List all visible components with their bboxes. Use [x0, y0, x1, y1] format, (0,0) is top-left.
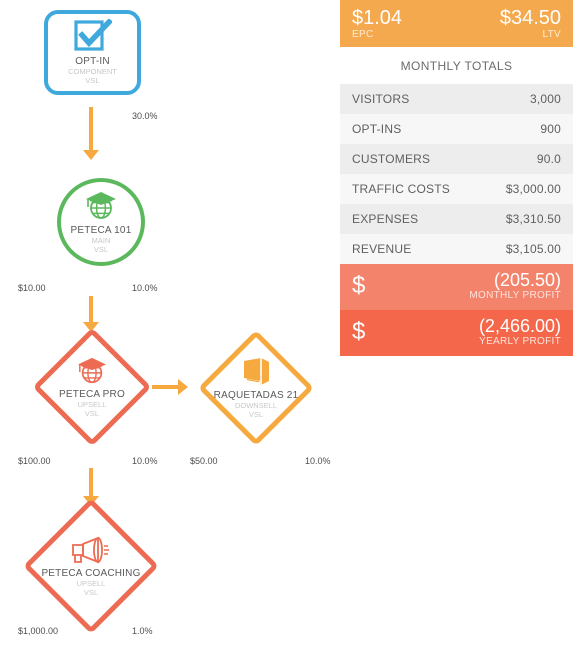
connector-price-pro-to-coaching: $100.00 — [18, 456, 51, 466]
stat-value: $3,105.00 — [505, 242, 561, 256]
connector-rate-optin-to-peteca101: 30.0% — [132, 111, 158, 121]
connector-rate-pro-to-raquetadas: 10.0% — [305, 456, 331, 466]
currency-sign-icon: $ — [352, 318, 366, 345]
yearly-profit-value: (2,466.00) — [478, 316, 561, 336]
funnel-node-peteca-coaching[interactable]: PETECA COACHING UPSELL VSL — [23, 498, 159, 634]
stat-value: 90.0 — [536, 152, 561, 166]
funnel-node-opt-in[interactable]: OPT-IN COMPONENT VSL — [44, 10, 141, 95]
globe-graduation-icon — [83, 190, 119, 222]
funnel-node-subtitle-line2: VSL — [84, 408, 100, 418]
checkbox-icon — [73, 18, 113, 53]
stat-row-revenue: REVENUE $3,105.00 — [340, 234, 573, 264]
funnel-node-subtitle: MAIN VSL — [92, 236, 111, 254]
kpi-bar: $1.04 EPC $34.50 LTV — [340, 0, 573, 47]
stat-value: $3,000.00 — [505, 182, 561, 196]
stat-row-visitors: VISITORS 3,000 — [340, 84, 573, 114]
kpi-epc-value: $1.04 — [352, 7, 403, 29]
funnel-node-subtitle-line2: VSL — [85, 76, 100, 85]
connector-rate-peteca101-to-pro: 10.0% — [132, 283, 158, 293]
stat-label: OPT-INS — [352, 122, 402, 136]
kpi-ltv-label: LTV — [542, 29, 561, 40]
funnel-node-title: RAQUETADAS 21 — [213, 389, 299, 401]
connector-price-peteca101-to-pro: $10.00 — [18, 283, 46, 293]
connector-rate-coaching-out: 1.0% — [132, 626, 153, 636]
stat-row-customers: CUSTOMERS 90.0 — [340, 144, 573, 174]
funnel-node-title: OPT-IN — [75, 56, 110, 68]
funnel-node-subtitle-line2: VSL — [248, 409, 264, 419]
connector-price-pro-to-raquetadas: $50.00 — [190, 456, 218, 466]
yearly-profit-values: (2,466.00) YEARLY PROFIT — [479, 316, 561, 348]
stat-value: 900 — [540, 122, 561, 136]
funnel-node-subtitle-line2: VSL — [93, 244, 109, 254]
currency-sign-icon: $ — [352, 272, 366, 299]
funnel-node-raquetadas-21[interactable]: RAQUETADAS 21 DOWNSELL VSL — [198, 330, 314, 446]
yearly-profit-bar: $ (2,466.00) YEARLY PROFIT — [340, 310, 573, 356]
connector-price-coaching-out: $1,000.00 — [18, 626, 59, 636]
funnel-node-peteca-101[interactable]: PETECA 101 MAIN VSL — [57, 178, 145, 266]
monthly-totals-header: MONTHLY TOTALS — [340, 47, 573, 84]
stat-label: CUSTOMERS — [352, 152, 431, 166]
kpi-ltv-value: $34.50 — [499, 7, 561, 29]
stat-value: $3,310.50 — [505, 212, 561, 226]
funnel-node-subtitle: UPSELL VSL — [78, 400, 107, 418]
connector-rate-pro-to-coaching: 10.0% — [132, 456, 158, 466]
funnel-node-peteca-pro[interactable]: PETECA PRO UPSELL VSL — [32, 327, 152, 447]
monthly-profit-values: (205.50) MONTHLY PROFIT — [469, 270, 561, 302]
stat-label: VISITORS — [352, 92, 410, 106]
kpi-epc: $1.04 EPC — [352, 7, 402, 41]
funnel-node-subtitle: DOWNSELL VSL — [235, 401, 277, 419]
funnel-diagram: OPT-IN COMPONENT VSL 30.0% PETECA 101 MA… — [0, 0, 340, 648]
yearly-profit-label: YEARLY PROFIT — [479, 336, 561, 347]
funnel-node-title: PETECA 101 — [70, 224, 132, 236]
funnel-node-subtitle-line2: VSL — [83, 587, 99, 597]
stat-value: 3,000 — [529, 92, 561, 106]
kpi-epc-label: EPC — [352, 29, 374, 40]
stat-label: EXPENSES — [352, 212, 419, 226]
stat-row-expenses: EXPENSES $3,310.50 — [340, 204, 573, 234]
book-icon — [239, 357, 273, 387]
stat-label: TRAFFIC COSTS — [352, 182, 450, 196]
monthly-profit-bar: $ (205.50) MONTHLY PROFIT — [340, 264, 573, 310]
funnel-node-title: PETECA COACHING — [41, 567, 141, 579]
megaphone-icon — [71, 535, 111, 565]
stat-row-traffic-costs: TRAFFIC COSTS $3,000.00 — [340, 174, 573, 204]
funnel-node-title: PETECA PRO — [59, 388, 125, 400]
stat-row-opt-ins: OPT-INS 900 — [340, 114, 573, 144]
monthly-profit-label: MONTHLY PROFIT — [469, 290, 561, 301]
funnel-node-subtitle: UPSELL VSL — [77, 579, 106, 597]
kpi-ltv: $34.50 LTV — [500, 7, 561, 41]
funnel-node-subtitle: COMPONENT VSL — [68, 68, 117, 85]
globe-graduation-icon — [75, 356, 109, 386]
stats-panel: $1.04 EPC $34.50 LTV MONTHLY TOTALS VISI… — [340, 0, 573, 356]
stat-label: REVENUE — [352, 242, 412, 256]
monthly-profit-value: (205.50) — [493, 270, 561, 290]
